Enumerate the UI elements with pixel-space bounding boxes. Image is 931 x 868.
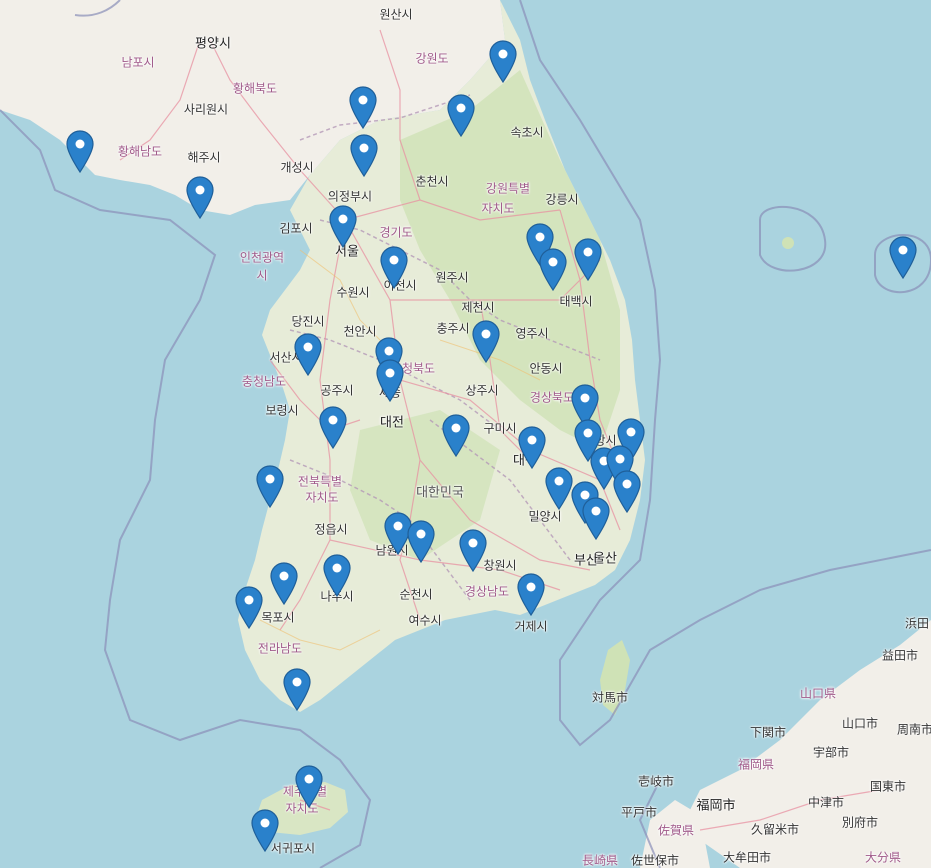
map-marker-icon[interactable]: [322, 553, 352, 597]
map-marker-icon[interactable]: [328, 204, 358, 248]
map-marker-icon[interactable]: [581, 496, 611, 540]
map-marker-icon[interactable]: [282, 667, 312, 711]
map-marker-icon[interactable]: [406, 519, 436, 563]
map-marker-icon[interactable]: [516, 572, 546, 616]
map-marker-icon[interactable]: [375, 358, 405, 402]
map-marker-icon[interactable]: [488, 39, 518, 83]
map-marker-icon[interactable]: [349, 133, 379, 177]
map-marker-icon[interactable]: [538, 247, 568, 291]
map-marker-icon[interactable]: [471, 319, 501, 363]
map-marker-icon[interactable]: [65, 129, 95, 173]
map-marker-icon[interactable]: [294, 764, 324, 808]
map-marker-icon[interactable]: [517, 425, 547, 469]
map-marker-icon[interactable]: [348, 85, 378, 129]
map-marker-icon[interactable]: [441, 413, 471, 457]
map-view[interactable]: 원산시 평양시 남포시 황해북도 사리원시 강원도 황해남도 해주시 개성시 속초시 춘천시 의정부시…: [0, 0, 931, 868]
map-marker-icon[interactable]: [234, 585, 264, 629]
map-marker-icon[interactable]: [446, 93, 476, 137]
map-marker-icon[interactable]: [293, 332, 323, 376]
map-marker-icon[interactable]: [379, 245, 409, 289]
map-marker-icon[interactable]: [612, 469, 642, 513]
map-marker-icon[interactable]: [269, 561, 299, 605]
map-marker-icon[interactable]: [888, 235, 918, 279]
map-marker-icon[interactable]: [318, 405, 348, 449]
map-marker-icon[interactable]: [255, 464, 285, 508]
map-marker-icon[interactable]: [185, 175, 215, 219]
map-marker-icon[interactable]: [250, 808, 280, 852]
map-marker-icon[interactable]: [573, 237, 603, 281]
map-marker-icon[interactable]: [458, 528, 488, 572]
